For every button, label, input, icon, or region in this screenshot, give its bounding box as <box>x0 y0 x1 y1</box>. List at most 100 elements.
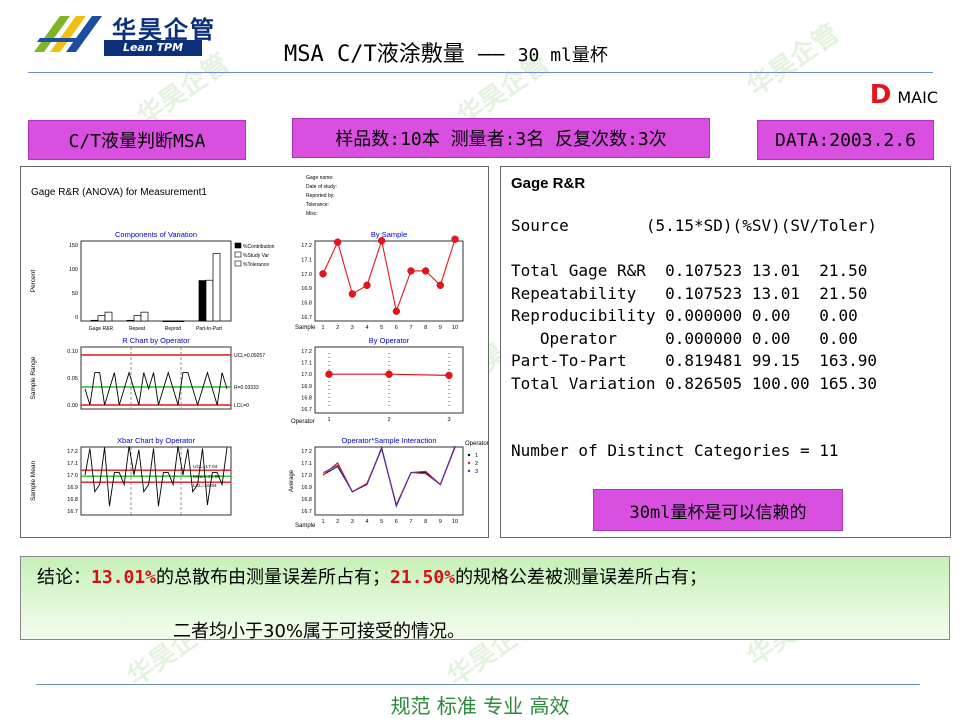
x-axis-label: Operator <box>291 419 315 425</box>
info-line: Tolerance: <box>306 202 329 208</box>
dmaic-letter: D <box>869 80 892 110</box>
y-tick-label: 17.2 <box>301 243 312 249</box>
conclusion-line-1: 结论：13.01%的总散布由测量误差所占有；21.50%的规格公差被测量误差所占… <box>37 563 707 589</box>
x-tick-label: 4 <box>365 519 368 525</box>
footer-slogan: 规范 标准 专业 高效 <box>390 694 570 718</box>
gage-row: Total Variation 0.826505 100.00 165.30 <box>511 373 878 393</box>
box-msa-title: C/T液量判断MSA <box>28 120 246 160</box>
conclusion-text: 的规格公差被测量误差所占有； <box>455 567 708 588</box>
info-line: Reported by: <box>306 193 335 199</box>
y-tick-label: 16.9 <box>301 286 312 292</box>
gage-percent-value: 13.01% <box>91 567 157 588</box>
y-tick-label: 16.8 <box>301 301 312 307</box>
y-tick-label: 16.8 <box>67 497 78 503</box>
x-tick-label: 2 <box>336 325 339 331</box>
y-tick-label: 100 <box>69 267 78 273</box>
box-sample-info: 样品数:10本 测量者:3名 反复次数:3次 <box>292 118 710 158</box>
y-tick-label: 17.0 <box>301 473 312 479</box>
x-tick-label: 1 <box>321 325 324 331</box>
data-point <box>445 371 453 380</box>
data-point <box>385 370 393 378</box>
gage-row: Total Gage R&R 0.107523 13.01 21.50 <box>511 261 868 280</box>
info-line: Misc: <box>306 211 318 217</box>
ucl-label: UCL=17.04 <box>193 464 218 470</box>
bar <box>212 253 221 322</box>
x-tick-label: 9 <box>439 325 442 331</box>
bar <box>162 320 171 322</box>
data-point <box>436 281 444 289</box>
data-point <box>348 290 356 298</box>
gage-header: Source (5.15*SD)(%SV)(SV/Toler) <box>511 216 878 235</box>
y-axis-label: Average <box>289 469 295 492</box>
y-axis-label: Sample Mean <box>30 461 37 501</box>
legend-swatch <box>234 260 242 267</box>
lcl-label: LCL=0 <box>234 403 249 409</box>
ndc-line: Number of Distinct Categories = 11 <box>511 441 839 460</box>
dmaic-label: D MAIC <box>870 80 938 110</box>
legend-swatch <box>467 453 471 457</box>
title-sub: 30 ml量杯 <box>517 45 608 66</box>
y-tick-label: 17.1 <box>301 461 312 467</box>
y-tick-label: 16.8 <box>301 395 312 401</box>
watermark: 华昊企管 <box>742 18 845 103</box>
gage-table: Source (5.15*SD)(%SV)(SV/Toler) Total Ga… <box>511 215 877 463</box>
y-axis-label: Percent <box>30 270 37 293</box>
bar <box>169 320 178 322</box>
conclusion-line-2: 二者均小于30%属于可接受的情况。 <box>173 621 466 642</box>
x-tick-label: 3 <box>351 519 354 525</box>
legend-title: Operator <box>465 441 488 447</box>
title-main: MSA C/T液涂敷量 —— <box>284 42 518 67</box>
y-tick-label: 16.7 <box>67 509 78 515</box>
y-tick-label: 17.1 <box>301 361 312 367</box>
x-tick-label: 3 <box>351 325 354 331</box>
gage-row: Reproducibility 0.000000 0.00 0.00 <box>511 306 858 325</box>
y-tick-label: 17.0 <box>67 473 78 479</box>
bar <box>198 280 207 322</box>
data-point <box>392 307 400 315</box>
plot-title: Components of Variation <box>115 230 197 239</box>
bar <box>90 319 99 322</box>
legend-swatch <box>234 251 242 258</box>
y-tick-label: 16.9 <box>301 384 312 390</box>
x-tick-label: Part-to-Part <box>196 326 222 332</box>
x-tick-label: 6 <box>395 325 398 331</box>
x-tick-label: Reprod <box>165 326 182 332</box>
x-tick-label: 1 <box>321 519 324 525</box>
x-tick-label: 5 <box>380 519 383 525</box>
y-tick-label: 0 <box>75 315 78 321</box>
legend-swatch <box>467 469 471 473</box>
tolerance-percent-value: 21.50% <box>390 567 456 588</box>
data-point <box>319 270 327 278</box>
x-tick-label: 5 <box>380 325 383 331</box>
bar <box>205 279 214 322</box>
data-point <box>325 370 333 378</box>
plot-frame <box>314 240 464 322</box>
gage-row: Part-To-Part 0.819481 99.15 163.90 <box>511 351 878 370</box>
x-tick-label: Gage R&R <box>89 326 114 332</box>
x-axis-label: Sample <box>295 523 316 529</box>
conclusion-prefix: 结论： <box>37 567 91 588</box>
y-tick-label: 0.10 <box>67 349 78 355</box>
y-tick-label: 150 <box>69 243 78 249</box>
y-tick-label: 0.00 <box>67 403 78 409</box>
bar <box>133 315 142 322</box>
y-tick-label: 17.1 <box>67 461 78 467</box>
plot-title: By Operator <box>369 336 410 345</box>
gage-rr-sixpack: Gage R&R (ANOVA) for Measurement1 Gage n… <box>30 175 489 529</box>
legend-swatch <box>467 461 471 465</box>
y-tick-label: 50 <box>72 291 78 297</box>
x-tick-label: Repeat <box>129 326 146 332</box>
legend-swatch <box>234 242 242 249</box>
data-point <box>451 235 459 243</box>
bar <box>140 311 149 322</box>
gage-row: Repeatability 0.107523 13.01 21.50 <box>511 283 868 303</box>
ucl-label: UCL=0.09257 <box>234 353 265 359</box>
header-divider <box>28 72 933 73</box>
x-tick-label: 8 <box>424 519 427 525</box>
info-line: Date of study: <box>306 184 337 190</box>
y-tick-label: 16.8 <box>301 497 312 503</box>
x-tick-label: 7 <box>409 325 412 331</box>
conclusion-box: 结论：13.01%的总散布由测量误差所占有；21.50%的规格公差被测量误差所占… <box>20 556 950 642</box>
x-tick-label: 3 <box>447 417 450 423</box>
bar <box>97 315 106 322</box>
